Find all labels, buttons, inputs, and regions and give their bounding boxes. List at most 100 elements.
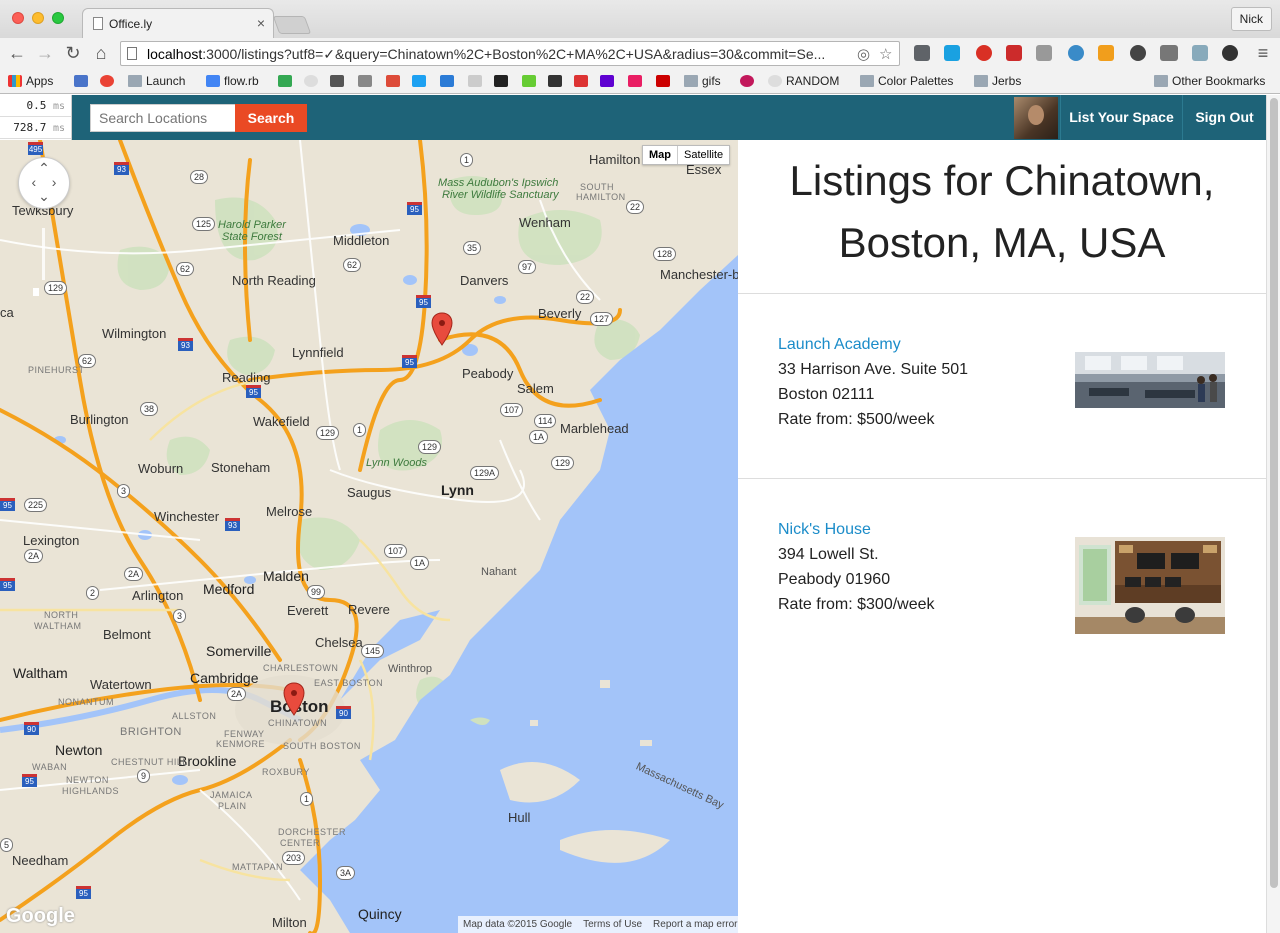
scrollbar-thumb[interactable] [1270, 98, 1278, 888]
columns-extension-icon[interactable] [1160, 45, 1178, 61]
bookmark-grey[interactable] [468, 74, 486, 88]
bookmark-other[interactable]: Other Bookmarks [1154, 74, 1265, 88]
route-shield-icon: 1A [410, 556, 430, 570]
route-shield-icon: 129A [470, 466, 500, 480]
cast-icon[interactable] [1036, 45, 1052, 61]
bookmark-apps[interactable]: Apps [8, 74, 53, 88]
zoom-handle[interactable] [33, 288, 39, 296]
bookmark-gmail[interactable] [74, 74, 92, 88]
route-shield-icon: 38 [140, 402, 159, 416]
chevron-up-icon[interactable]: ⌃ [19, 161, 69, 175]
forward-icon[interactable]: → [34, 42, 56, 64]
route-shield-icon: 2A [124, 567, 144, 581]
bookmark-g-red[interactable] [574, 74, 592, 88]
bookmark-red-circle[interactable] [100, 74, 118, 88]
profile-button[interactable]: Nick [1230, 7, 1272, 31]
bookmark-heart[interactable] [628, 74, 646, 88]
listing-title-link[interactable]: Nick's House [778, 521, 871, 539]
m-extension-icon[interactable] [1068, 45, 1084, 61]
interstate-shield-icon: 95 [0, 578, 15, 591]
listings-map[interactable]: Hamilton Essex Mass Audubon's Ipswich Ri… [0, 140, 738, 933]
search-button[interactable]: Search [235, 104, 307, 132]
bookmark-v[interactable] [330, 74, 348, 88]
reload-icon[interactable]: ↻ [62, 42, 84, 64]
window-maximize-button[interactable] [52, 12, 64, 24]
bookmark-x[interactable] [440, 74, 458, 88]
map-label: Melrose [266, 504, 313, 519]
bookmark-g-black[interactable] [494, 74, 512, 88]
bookmark-launch[interactable]: Launch [128, 74, 185, 88]
bookmark-lh[interactable] [522, 74, 540, 88]
route-shield-icon: 129 [44, 281, 68, 295]
route-shield-icon: 1 [460, 153, 474, 167]
bookmark-jerbs[interactable]: Jerbs [974, 74, 1021, 88]
gear-extension-icon[interactable] [1130, 45, 1146, 61]
listing-marker-peabody[interactable] [431, 312, 453, 346]
map-type-satellite-button[interactable]: Satellite [678, 146, 729, 164]
map-label: State Forest [222, 231, 282, 243]
map-label: Belmont [103, 627, 151, 642]
bookmark-gifs[interactable]: gifs [684, 74, 721, 88]
tab-close-icon[interactable]: × [257, 15, 265, 31]
bookmark-diamond[interactable] [358, 74, 376, 88]
route-shield-icon: 1 [300, 792, 314, 806]
list-your-space-link[interactable]: List Your Space [1060, 95, 1182, 140]
avatar[interactable] [1014, 97, 1058, 139]
map-type-map-button[interactable]: Map [643, 146, 678, 164]
home-icon[interactable]: ⌂ [90, 42, 112, 64]
map-label: WABAN [32, 762, 68, 772]
search-input[interactable] [90, 104, 236, 132]
interstate-shield-icon: 90 [24, 722, 39, 735]
divider [738, 478, 1266, 479]
terms-link[interactable]: Terms of Use [583, 919, 642, 930]
bookmark-cnn[interactable] [656, 74, 674, 88]
adblock-extension-icon[interactable] [976, 45, 992, 61]
listing-photo-office[interactable] [1075, 352, 1225, 408]
bookmark-star-icon[interactable]: ☆ [879, 45, 892, 63]
window-minimize-button[interactable] [32, 12, 44, 24]
map-label: Woburn [138, 461, 184, 476]
map-label: HAMILTON [576, 192, 626, 202]
new-tab-button[interactable] [272, 16, 312, 34]
bookmark-image[interactable] [548, 74, 566, 88]
bookmark-random[interactable]: RANDOM [768, 74, 839, 88]
lastpass-extension-icon[interactable] [1006, 45, 1022, 61]
sync-extension-icon[interactable] [1222, 45, 1238, 61]
bookmark-yahoo[interactable] [600, 74, 618, 88]
window-close-button[interactable] [12, 12, 24, 24]
bookmark-play[interactable] [278, 74, 296, 88]
checkmark-extension-icon[interactable] [944, 45, 960, 61]
zoom-slider[interactable] [42, 228, 45, 280]
satellite-extension-icon[interactable] [1192, 45, 1208, 61]
bookmark-gplus[interactable] [386, 74, 404, 88]
map-label: CHESTNUT HILL [111, 757, 188, 767]
chrome-menu-icon[interactable]: ≡ [1252, 42, 1274, 64]
map-label: SOUTH BOSTON [283, 741, 361, 751]
browser-tab[interactable]: Office.ly × [82, 8, 274, 38]
bookmark-reddit[interactable] [304, 74, 322, 88]
back-icon[interactable]: ← [6, 42, 28, 64]
page-scrollbar[interactable] [1266, 95, 1280, 933]
chevron-left-right-icon[interactable]: ‹ › [19, 175, 69, 189]
address-bar[interactable]: localhost:3000/listings?utf8=✓&query=Chi… [120, 41, 900, 66]
map-label: Harold Parker [218, 219, 286, 231]
interstate-shield-icon: 95 [0, 498, 15, 511]
route-shield-icon: 62 [343, 258, 362, 272]
report-error-link[interactable]: Report a map error [653, 919, 737, 930]
pocket-extension-icon[interactable] [914, 45, 930, 61]
chevron-down-icon[interactable]: ⌄ [19, 189, 69, 203]
bookmark-play-circle[interactable] [740, 74, 758, 88]
profiler-badge[interactable]: 0.5 ms 728.7 ms [0, 95, 72, 140]
sign-out-link[interactable]: Sign Out [1182, 95, 1266, 140]
bookmark-color-palettes[interactable]: Color Palettes [860, 74, 953, 88]
folder-icon [1154, 75, 1168, 87]
listing-marker-boston[interactable] [283, 682, 305, 716]
pan-control[interactable]: ⌃ ‹ › ⌄ [18, 157, 70, 209]
listing-photo-home-office[interactable] [1075, 537, 1225, 634]
listing-title-link[interactable]: Launch Academy [778, 336, 901, 354]
location-icon[interactable]: ◎ [857, 45, 870, 63]
map-label: Lynnfield [292, 345, 344, 360]
bookmark-flow-rb[interactable]: flow.rb [206, 74, 259, 88]
amazon-extension-icon[interactable] [1098, 45, 1114, 61]
bookmark-twitter[interactable] [412, 74, 430, 88]
